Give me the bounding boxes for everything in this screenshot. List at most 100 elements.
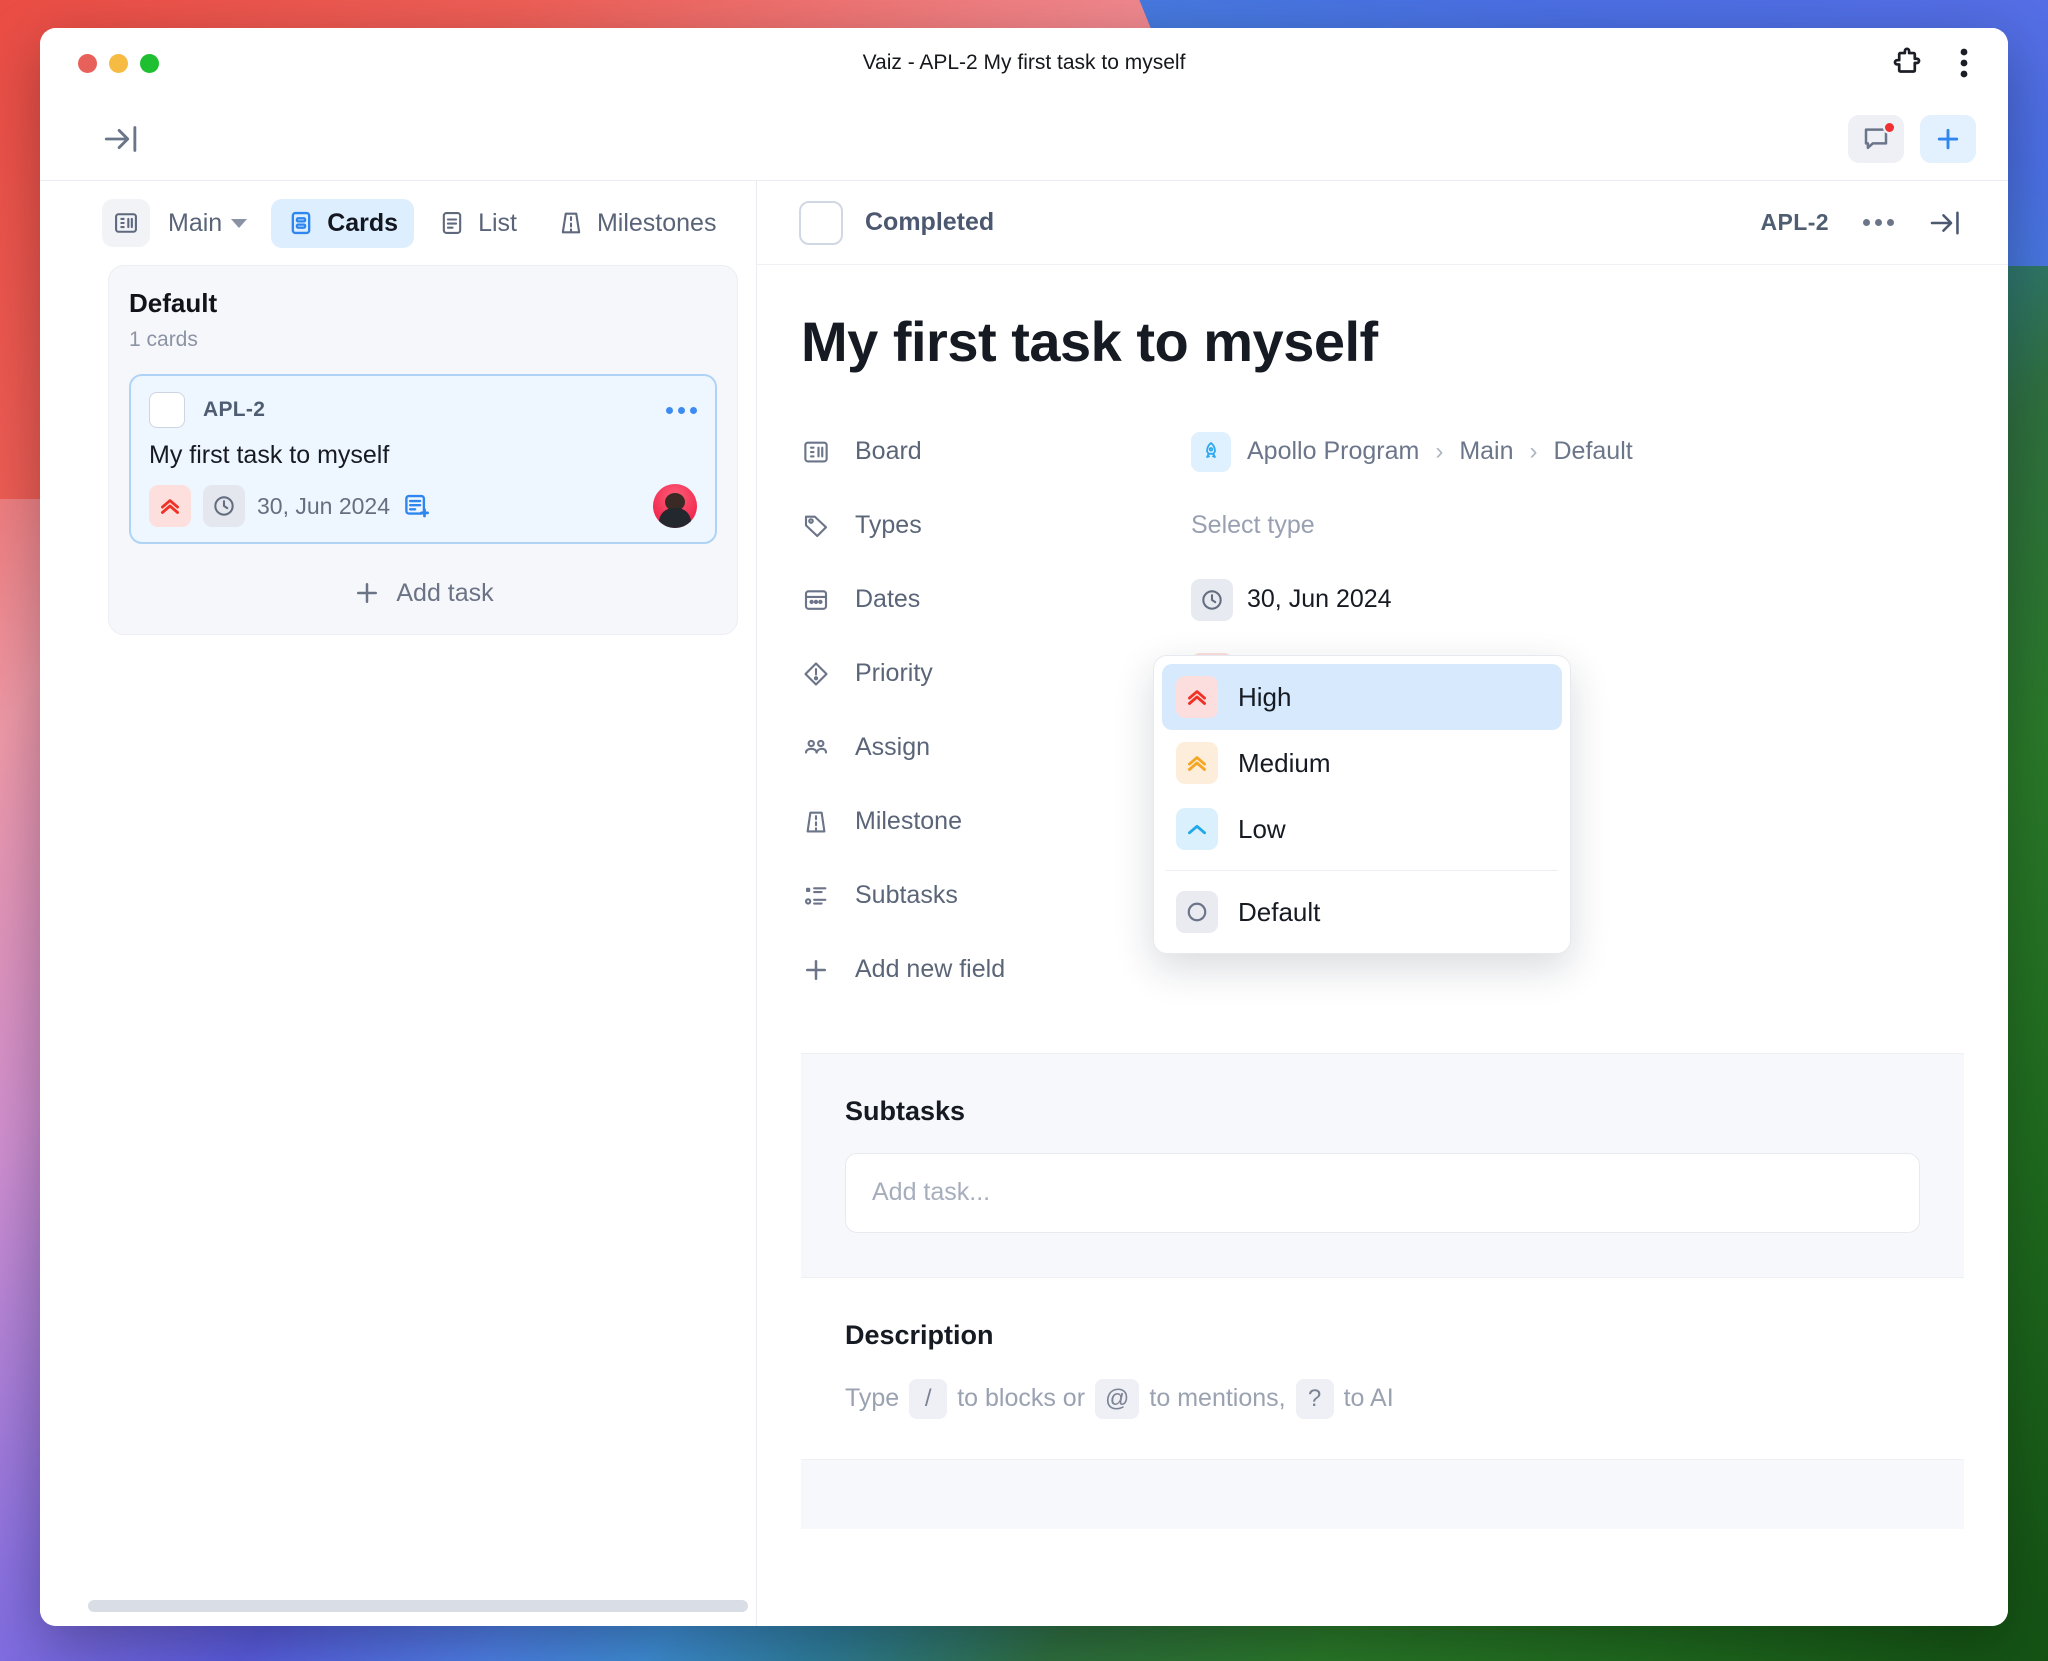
column-card-count: 1 cards (129, 328, 198, 351)
breadcrumb-item-board[interactable]: Main (1459, 437, 1513, 466)
task-key[interactable]: APL-2 (1761, 209, 1829, 236)
desc-hint-3: to mentions, (1149, 1384, 1286, 1413)
menu-divider (1166, 870, 1558, 871)
add-new-field-label: Add new field (855, 955, 1006, 984)
tab-list[interactable]: List (422, 199, 533, 248)
app-body: Main Cards List Milestones Default 1 car… (40, 180, 2008, 1626)
field-types: Types Select type (801, 489, 1964, 563)
description-editor[interactable]: Type / to blocks or @ to mentions, ? to … (845, 1378, 1920, 1419)
field-label-text: Types (855, 511, 922, 540)
board-canvas: Default 1 cards APL-2 My first task to m… (40, 265, 756, 1626)
question-key-badge: ? (1295, 1378, 1334, 1419)
window-title: Vaiz - APL-2 My first task to myself (862, 51, 1186, 74)
clock-icon[interactable] (203, 485, 245, 527)
board-icon[interactable] (102, 199, 150, 247)
completed-label: Completed (865, 208, 995, 236)
page-title[interactable]: My first task to myself (801, 311, 1964, 373)
breadcrumb[interactable]: Apollo Program › Main › Default (1191, 431, 1633, 472)
breadcrumb-item-project[interactable]: Apollo Program (1247, 437, 1419, 466)
card-more-icon[interactable] (666, 406, 697, 414)
field-types-value[interactable]: Select type (1191, 511, 1315, 540)
priority-low-icon (1176, 808, 1218, 850)
priority-dropdown-menu: High Medium Low Default (1153, 655, 1571, 954)
detail-header-actions: APL-2 (1761, 209, 1964, 237)
assignee-avatar[interactable] (653, 484, 697, 528)
priority-option-low-label: Low (1238, 813, 1286, 844)
column-title: Default (129, 288, 218, 318)
milestone-icon (801, 807, 831, 837)
field-board-value[interactable]: Apollo Program › Main › Default (1191, 431, 1633, 472)
priority-high-icon[interactable] (149, 485, 191, 527)
board-horizontal-scrollbar[interactable] (88, 1600, 748, 1612)
notification-badge (1883, 121, 1896, 134)
subtask-input[interactable]: Add task... (845, 1152, 1920, 1233)
tab-milestones[interactable]: Milestones (541, 199, 733, 248)
priority-option-low[interactable]: Low (1162, 796, 1562, 862)
kebab-menu-icon[interactable] (1960, 47, 1968, 79)
board-column-default: Default 1 cards APL-2 My first task to m… (108, 265, 738, 635)
task-detail-header: Completed APL-2 (757, 181, 2008, 265)
field-label-text: Milestone (855, 807, 962, 836)
field-dates-label: Dates (801, 585, 1191, 615)
field-dates-text: 30, Jun 2024 (1247, 585, 1392, 614)
field-label-text: Subtasks (855, 881, 958, 910)
breadcrumb-separator-icon: › (1529, 437, 1538, 465)
priority-icon (801, 659, 831, 689)
priority-option-default[interactable]: Default (1162, 879, 1562, 945)
desc-hint-4: to AI (1343, 1384, 1394, 1413)
breadcrumb-item-group[interactable]: Default (1554, 437, 1633, 466)
rocket-icon (1191, 431, 1231, 472)
browser-window: Vaiz - APL-2 My first task to myself Mai… (40, 28, 2008, 1626)
view-tabs: Main Cards List Milestones (40, 181, 756, 265)
tab-cards[interactable]: Cards (271, 198, 415, 248)
window-controls (78, 53, 159, 73)
field-dates-value[interactable]: 30, Jun 2024 (1191, 578, 1392, 621)
priority-option-high[interactable]: High (1162, 664, 1562, 730)
maximize-button[interactable] (140, 53, 159, 73)
field-label-text: Assign (855, 733, 931, 762)
card-key: APL-2 (203, 398, 266, 421)
card-date: 30, Jun 2024 (257, 492, 391, 519)
priority-option-medium[interactable]: Medium (1162, 730, 1562, 796)
field-dates: Dates 30, Jun 2024 (801, 563, 1964, 637)
plus-icon (806, 959, 826, 980)
cards-icon (287, 209, 315, 237)
browser-titlebar: Vaiz - APL-2 My first task to myself (40, 28, 2008, 98)
plus-icon[interactable] (1920, 115, 1976, 163)
tab-milestones-label: Milestones (596, 208, 717, 237)
tab-list-label: List (478, 208, 517, 237)
collapse-panel-icon[interactable] (1928, 209, 1964, 237)
priority-high-icon (1176, 676, 1218, 718)
chat-bubble-icon[interactable] (1848, 115, 1904, 163)
puzzle-icon[interactable] (1890, 46, 1924, 80)
card-meta: 30, Jun 2024 (149, 484, 697, 528)
field-assign-label[interactable]: Assign (801, 733, 1191, 763)
close-button[interactable] (78, 53, 97, 73)
desc-hint-2: to blocks or (957, 1384, 1086, 1413)
board-icon (801, 437, 831, 467)
titlebar-actions (1890, 46, 1968, 80)
desktop-wallpaper: Vaiz - APL-2 My first task to myself Mai… (0, 0, 2048, 1661)
card-complete-checkbox[interactable] (149, 392, 185, 428)
task-detail-scroll: My first task to myself Board Apollo Pro… (757, 265, 2008, 1626)
app-toolbar (40, 98, 2008, 180)
field-subtasks-label[interactable]: Subtasks (801, 881, 1191, 911)
description-section: Description Type / to blocks or @ to men… (801, 1276, 1964, 1459)
collapse-sidebar-icon[interactable] (102, 123, 142, 155)
list-icon (438, 209, 466, 237)
field-milestone-label[interactable]: Milestone (801, 807, 1191, 837)
subtasks-heading: Subtasks (845, 1095, 966, 1126)
priority-option-default-label: Default (1238, 896, 1321, 927)
minimize-button[interactable] (109, 53, 128, 73)
add-subtask-icon[interactable] (402, 491, 432, 521)
add-task-button[interactable]: Add task (129, 568, 717, 614)
clock-icon (1191, 578, 1233, 621)
tab-cards-label: Cards (327, 208, 399, 237)
field-label-text: Dates (855, 585, 921, 614)
completed-checkbox[interactable] (799, 200, 843, 245)
task-card-apl-2[interactable]: APL-2 My first task to myself 30, Jun 20… (129, 374, 717, 544)
more-dots-icon[interactable] (1863, 219, 1894, 226)
priority-default-icon (1176, 891, 1218, 933)
board-selector[interactable]: Main (158, 199, 263, 248)
subtasks-section: Subtasks Add task... (801, 1052, 1964, 1277)
